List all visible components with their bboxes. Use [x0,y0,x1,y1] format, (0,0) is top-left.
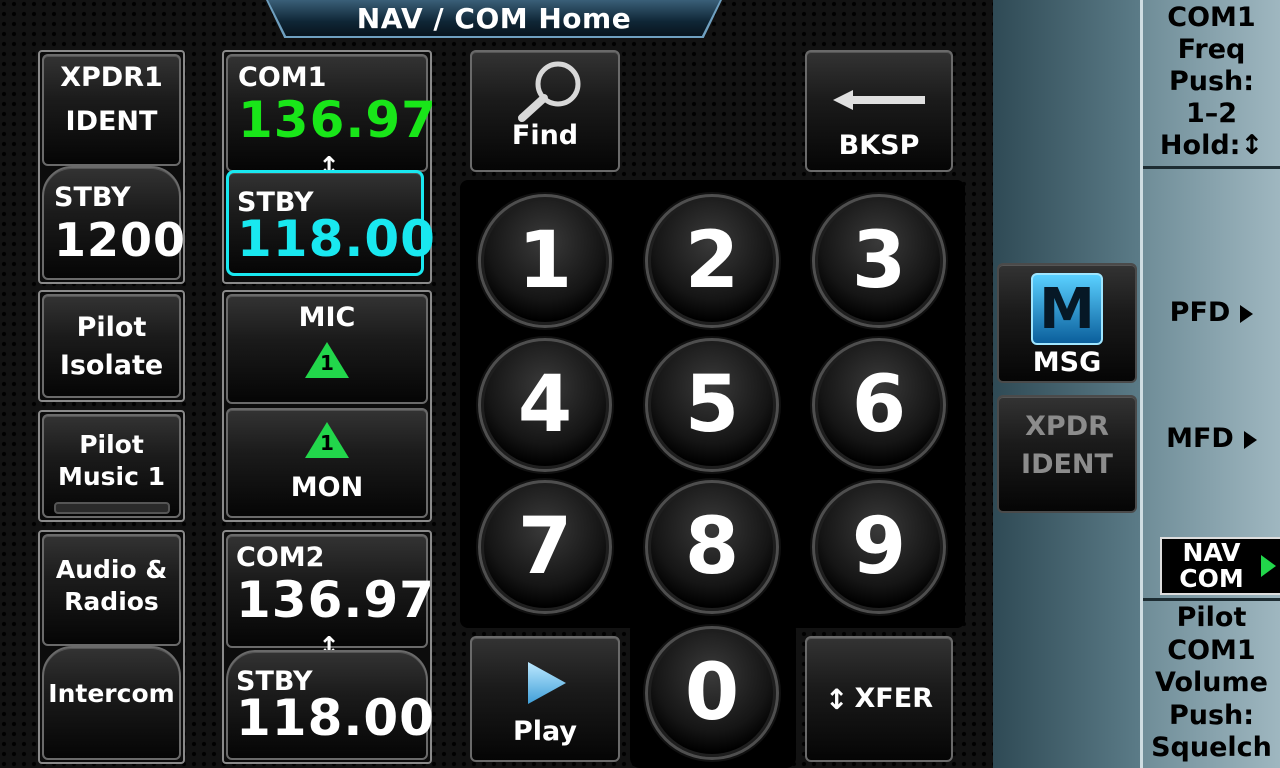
xpdr-ident-button[interactable]: XPDR IDENT [997,395,1137,513]
com1-freq-line1: COM1 [1167,2,1256,33]
key-5[interactable]: 5 [645,338,779,472]
com1-freq-line4: 1–2 [1185,98,1238,129]
xpdr-ident-line1: XPDR [1025,411,1109,442]
mon-warning-icon: 1 [228,422,426,458]
msg-button[interactable]: M MSG [997,263,1137,383]
pfd-arrow-icon [1240,304,1254,323]
xpdr1-code-button[interactable]: STBY 1200 [42,166,187,280]
navcom-active-arrow-icon [1261,555,1276,577]
intercom-label: Intercom [48,679,175,708]
pfd-label: PFD [1169,297,1231,328]
navcom-line2: COM [1179,564,1244,593]
pilot-isolate-button[interactable]: Pilot Isolate [42,294,181,398]
magnifier-icon [518,61,581,122]
softkey-divider-bottom [1143,598,1280,601]
audio-radios-button[interactable]: Audio & Radios [42,534,181,646]
xfer-button[interactable]: ↕ XFER [805,636,953,762]
mfd-arrow-icon [1243,430,1257,449]
mic-warning-icon: 1 [228,342,426,378]
intercom-button[interactable]: Intercom [42,646,181,760]
msg-label: MSG [1032,347,1102,378]
play-icon [528,662,566,704]
com1-active-freq: 136.97 [238,91,437,149]
navcom-line1: NAV [1182,538,1241,567]
xpdr1-stby-label: STBY [54,182,131,213]
key-7[interactable]: 7 [478,480,612,614]
pilot-vol-line5: Squelch [1151,732,1272,763]
pilot-isolate-line1: Pilot [76,312,147,343]
left-arrow-icon [833,90,925,110]
navcom-softkey[interactable]: NAV COM [1160,537,1280,595]
com1-standby-button[interactable]: STBY 118.00 [226,170,436,276]
mfd-softkey[interactable]: MFD [1143,422,1280,456]
mfd-label: MFD [1166,423,1234,454]
pilot-vol-line4: Push: [1168,699,1255,731]
com1-freq-line3: Push: [1168,66,1255,97]
mon-label: MON [290,472,364,503]
key-2[interactable]: 2 [645,194,779,328]
mic-badge: 1 [320,351,334,375]
pilot-vol-line3: Volume [1155,667,1268,698]
pilot-isolate-line2: Isolate [59,350,164,381]
key-3[interactable]: 3 [812,194,946,328]
xpdr1-ident-button[interactable]: XPDR1 IDENT [42,54,181,166]
audio-radios-line2: Radios [64,587,159,616]
mic-label: MIC [298,302,356,333]
com1-standby-freq: 118.00 [237,210,436,268]
key-0[interactable]: 0 [645,626,779,760]
pilot-music-button[interactable]: Pilot Music 1 [42,414,181,518]
com1-freq-knob-label: COM1 Freq Push: 1–2 Hold:↕ [1143,2,1280,162]
key-9[interactable]: 9 [812,480,946,614]
find-label: Find [511,120,579,151]
pilot-music-line2: Music 1 [57,462,166,491]
key-1[interactable]: 1 [478,194,612,328]
softkey-divider-top [1143,166,1280,169]
com2-active-freq: 136.97 [236,571,435,629]
backspace-label: BKSP [838,130,920,161]
key-4[interactable]: 4 [478,338,612,472]
com1-freq-line5: Hold:↕ [1159,130,1264,161]
com2-label: COM2 [236,542,325,573]
pfd-softkey[interactable]: PFD [1143,296,1280,330]
mic-button[interactable]: MIC 1 [226,294,428,404]
com2-standby-button[interactable]: STBY 118.00 [226,650,435,760]
xpdr1-ident-label: IDENT [65,106,158,137]
pilot-com1-volume-knob-label: Pilot COM1 Volume Push: Squelch [1143,602,1280,765]
xfer-label: XFER [854,683,933,714]
pilot-vol-line2: COM1 [1167,634,1256,666]
pilot-vol-line1: Pilot [1176,602,1247,633]
key-6[interactable]: 6 [812,338,946,472]
audio-radios-line1: Audio & [55,555,168,584]
updown-arrows-icon: ↕ [825,682,849,716]
page-title: NAV / COM Home [268,0,720,36]
xpdr1-label: XPDR1 [60,62,163,93]
com1-label: COM1 [238,62,327,93]
find-button[interactable]: Find [470,50,620,172]
com1-freq-line2: Freq [1177,34,1246,65]
key-8[interactable]: 8 [645,480,779,614]
xpdr1-code: 1200 [54,213,187,267]
mon-badge: 1 [320,431,334,455]
backspace-button[interactable]: BKSP [805,50,953,172]
play-button[interactable]: Play [470,636,620,762]
com2-standby-freq: 118.00 [236,689,435,747]
pilot-music-line1: Pilot [79,430,144,459]
play-label: Play [512,716,578,747]
message-icon: M [1031,273,1103,345]
xpdr-ident-line2: IDENT [1021,449,1113,480]
mon-button[interactable]: 1 MON [226,408,428,518]
pilot-music-indicator-bar [53,502,170,514]
